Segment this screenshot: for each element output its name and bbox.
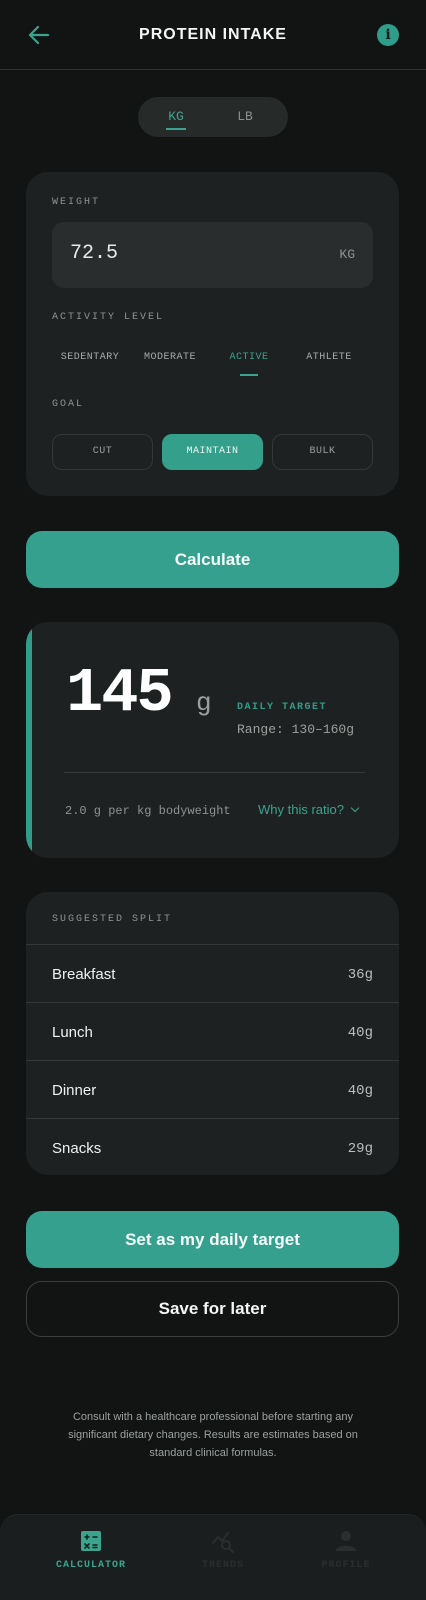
nav-label-trends: TRENDS (201, 1560, 244, 1571)
why-ratio-label: Why this ratio? (258, 802, 344, 817)
result-value: 145 (66, 658, 174, 729)
weight-input[interactable]: 72.5 KG (52, 222, 373, 288)
nav-item-profile[interactable]: PROFILE (286, 1529, 406, 1571)
goal-option-bulk[interactable]: BULK (272, 434, 373, 470)
unit-option-kg[interactable]: KG (146, 97, 206, 137)
profile-icon (336, 1531, 356, 1551)
chevron-down-icon (350, 803, 360, 813)
disclaimer-text: Consult with a healthcare professional b… (68, 1411, 358, 1459)
save-for-later-button[interactable]: Save for later (26, 1281, 399, 1337)
activity-option-active[interactable]: ACTIVE (204, 352, 294, 376)
trends-icon (212, 1532, 234, 1553)
app-header: PROTEIN INTAKE i (0, 0, 426, 70)
set-daily-target-button[interactable]: Set as my daily target (26, 1211, 399, 1268)
result-unit: g (196, 688, 212, 718)
result-accent-bar (26, 622, 32, 858)
result-card: 145 g DAILY TARGET Range: 130–160g 2.0 g… (26, 622, 399, 858)
split-row: Snacks 29g (26, 1118, 399, 1175)
activity-option-athlete[interactable]: ATHLETE (284, 352, 374, 363)
split-row: Dinner 40g (26, 1060, 399, 1118)
split-row-name: Snacks (52, 1140, 102, 1157)
goal-label: GOAL (52, 399, 85, 410)
result-range: Range: 130–160g (237, 722, 355, 737)
split-card: SUGGESTED SPLIT Breakfast 36g Lunch 40g … (26, 892, 399, 1175)
activity-label: ACTIVITY LEVEL (52, 312, 165, 323)
nav-item-calculator[interactable]: CALCULATOR (31, 1529, 151, 1571)
input-card: WEIGHT 72.5 KG ACTIVITY LEVEL SEDENTARY … (26, 172, 399, 496)
split-row-name: Lunch (52, 1024, 93, 1041)
goal-option-cut[interactable]: CUT (52, 434, 153, 470)
unit-option-lb[interactable]: LB (215, 97, 275, 137)
weight-label: WEIGHT (52, 197, 101, 208)
split-row-value: 29g (347, 1141, 373, 1157)
activity-option-sedentary[interactable]: SEDENTARY (45, 352, 135, 363)
goal-option-maintain[interactable]: MAINTAIN (162, 434, 263, 470)
page-title: PROTEIN INTAKE (139, 26, 287, 43)
split-row-value: 40g (347, 1025, 373, 1041)
split-row-value: 36g (347, 967, 373, 983)
split-row-value: 40g (347, 1083, 373, 1099)
nav-label-profile: PROFILE (321, 1560, 371, 1571)
split-label: SUGGESTED SPLIT (52, 914, 173, 925)
result-divider (64, 772, 365, 773)
weight-value: 72.5 (70, 242, 119, 265)
nav-label-calculator: CALCULATOR (55, 1560, 126, 1571)
ratio-text: 2.0 g per kg bodyweight (65, 804, 231, 818)
split-row-name: Dinner (52, 1082, 97, 1099)
split-row-name: Breakfast (52, 966, 116, 983)
split-row: Breakfast 36g (26, 944, 399, 1002)
calculator-icon (81, 1531, 101, 1551)
info-icon[interactable]: i (377, 24, 399, 46)
why-ratio-link[interactable]: Why this ratio? (258, 802, 360, 817)
daily-target-label: DAILY TARGET (237, 702, 328, 713)
split-row: Lunch 40g (26, 1002, 399, 1060)
calculate-button[interactable]: Calculate (26, 531, 399, 588)
weight-unit: KG (339, 247, 355, 262)
activity-option-moderate[interactable]: MODERATE (125, 352, 215, 363)
bottom-nav: CALCULATOR TRENDS PROFILE (0, 1514, 426, 1600)
unit-toggle: KG LB (138, 97, 288, 137)
nav-item-trends[interactable]: TRENDS (163, 1529, 283, 1571)
